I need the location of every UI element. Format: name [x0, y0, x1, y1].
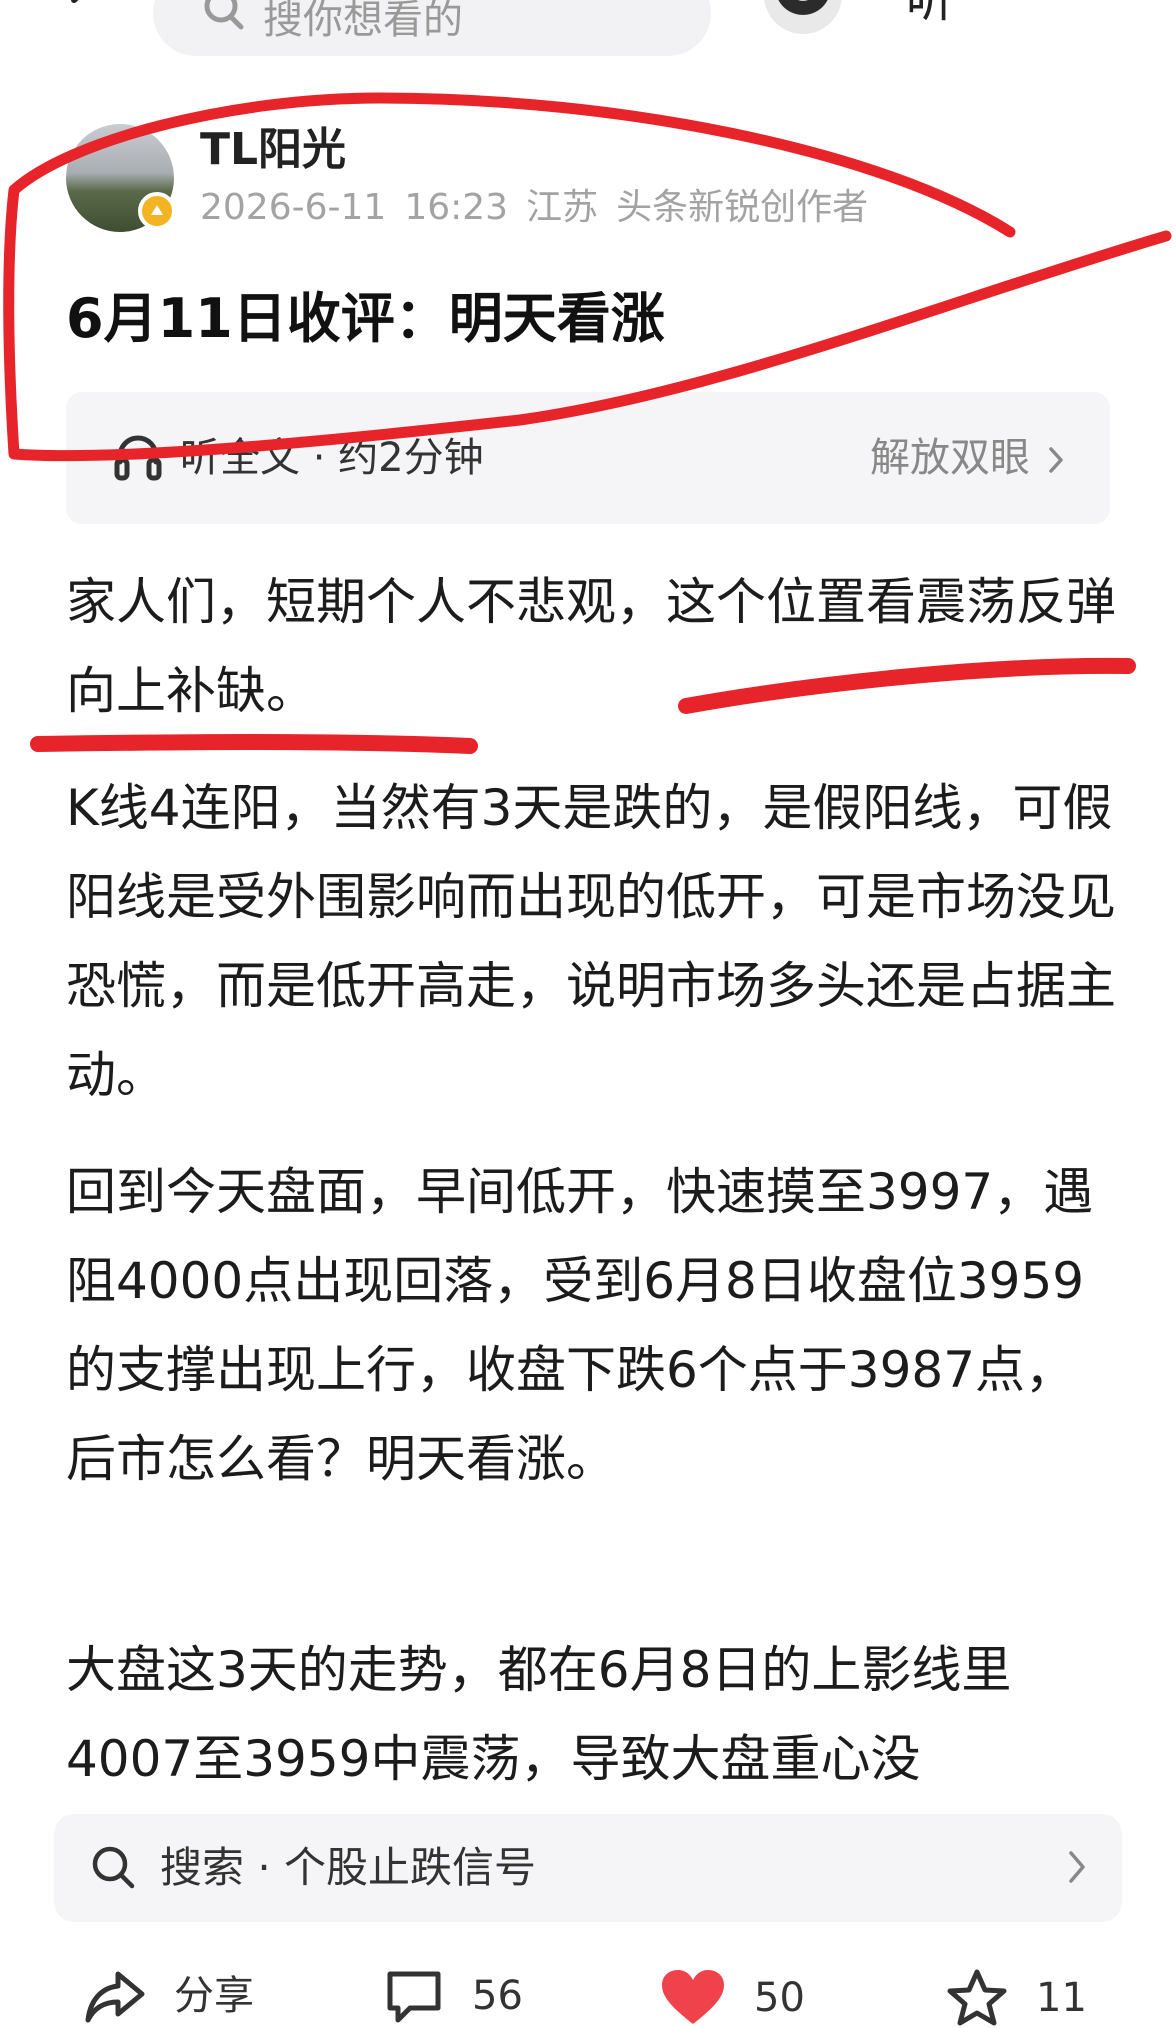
post-location: 江苏	[526, 187, 599, 228]
top-search-box[interactable]: 搜你想看的	[153, 0, 711, 56]
article-paragraph-1: 家人们，短期个人不悲观，这个位置看震荡反弹向上补缺。	[66, 573, 1116, 720]
favorite-count: 11	[1036, 1975, 1087, 2021]
comment-button[interactable]: 56	[384, 1968, 523, 2024]
related-search-text: 搜索 · 个股止跌信号	[160, 1843, 537, 1892]
headphone-icon	[114, 435, 162, 481]
top-bar: 搜你想看的 听	[0, 0, 1176, 60]
comment-count: 56	[472, 1973, 523, 2019]
like-button[interactable]: 50	[660, 1968, 805, 2028]
author-tag: 头条新锐创作者	[616, 187, 869, 228]
post-time: 16:23	[404, 187, 509, 228]
chevron-right-icon	[1069, 1851, 1085, 1883]
red-underline-annotation-2	[30, 734, 478, 754]
share-icon	[85, 1971, 145, 2023]
top-listen-button[interactable]: 听	[906, 0, 954, 30]
search-icon	[204, 0, 244, 30]
author-name[interactable]: TL阳光	[200, 122, 346, 178]
creator-badge-icon	[138, 192, 176, 230]
back-arrow-icon[interactable]	[60, 0, 110, 30]
top-search-placeholder: 搜你想看的	[263, 0, 463, 43]
author-avatar[interactable]	[66, 124, 176, 232]
like-count: 50	[754, 1975, 805, 2021]
free-eyes-label: 解放双眼	[870, 435, 1030, 481]
user-avatar[interactable]	[764, 0, 842, 34]
article-paragraph-4: 大盘这3天的走势，都在6月8日的上影线里4007至3959中震荡，导致大盘重心没	[66, 1641, 1012, 1788]
comment-icon	[387, 1971, 441, 2023]
favorite-button[interactable]: 11	[946, 1968, 1087, 2028]
related-search-bar[interactable]: 搜索 · 个股止跌信号	[54, 1814, 1122, 1922]
article-title: 6月11日收评：明天看涨	[66, 287, 665, 350]
star-icon	[947, 1969, 1007, 2026]
chevron-right-icon	[1049, 447, 1063, 473]
author-meta: 2026-6-11 16:23 江苏 头条新锐创作者	[200, 186, 886, 230]
listen-full-text-label: 听全文 · 约2分钟	[180, 435, 484, 481]
search-icon	[92, 1846, 135, 1889]
article-paragraph-3: 回到今天盘面，早间低开，快速摸至3997，遇阻4000点出现回落，受到6月8日收…	[66, 1163, 1094, 1488]
heart-icon	[662, 1970, 724, 2024]
share-button[interactable]: 分享	[84, 1968, 254, 2024]
bottom-action-bar: 分享 56 50 11	[0, 1950, 1176, 2028]
article-paragraph-2: K线4连阳，当然有3天是跌的，是假阳线，可假阳线是受外围影响而出现的低开，可是市…	[66, 779, 1116, 1104]
listen-full-text-bar[interactable]: 听全文 · 约2分钟 解放双眼	[66, 392, 1110, 524]
share-label: 分享	[174, 1973, 254, 2019]
post-date: 2026-6-11	[200, 187, 387, 228]
